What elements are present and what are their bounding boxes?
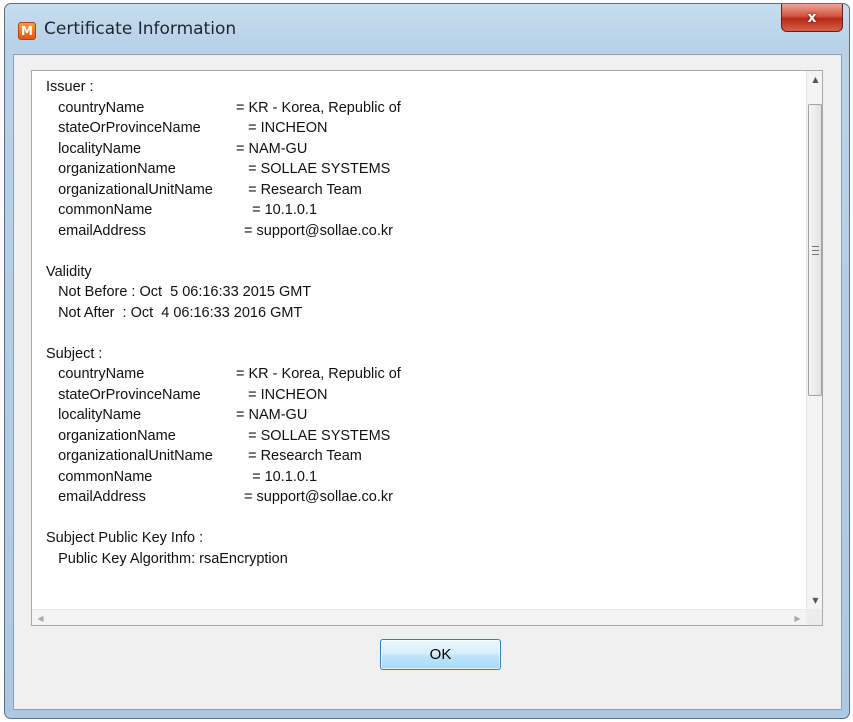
field-name: Validity [46, 263, 92, 280]
window-title: Certificate Information [44, 19, 237, 39]
field-name: Not After : Oct 4 06:16:33 2016 GMT [46, 304, 303, 321]
certificate-line: emailAddress = support@sollae.co.kr [46, 487, 806, 508]
certificate-line: Not Before : Oct 5 06:16:33 2015 GMT [46, 282, 806, 303]
certificate-line [46, 241, 806, 262]
certificate-line: organizationalUnitName = Research Team [46, 180, 806, 201]
certificate-line [46, 323, 806, 344]
certificate-line: Subject : [46, 344, 806, 365]
certificate-line: Issuer : [46, 77, 806, 98]
field-name: Subject : [46, 345, 103, 362]
grip-icon [811, 245, 819, 255]
certificate-line: countryName = KR - Korea, Republic of [46, 364, 806, 385]
certificate-line: organizationName = SOLLAE SYSTEMS [46, 426, 806, 447]
certificate-line: Subject Public Key Info : [46, 528, 806, 549]
field-value: = SOLLAE SYSTEMS [236, 427, 391, 444]
field-value: = SOLLAE SYSTEMS [236, 161, 391, 177]
field-value: = INCHEON [236, 120, 328, 136]
field-name: organizationName [46, 161, 176, 177]
field-value: = support@sollae.co.kr [236, 222, 393, 239]
field-value: = 10.1.0.1 [236, 468, 318, 485]
field-name: countryName [46, 99, 145, 116]
field-name: emailAddress [46, 222, 146, 239]
field-name: Not Before : Oct 5 06:16:33 2015 GMT [46, 284, 312, 300]
field-name: organizationalUnitName [46, 448, 213, 464]
certificate-line: organizationalUnitName = Research Team [46, 446, 806, 467]
field-name: emailAddress [46, 489, 146, 505]
certificate-dialog: M Certificate Information x Issuer : cou… [4, 3, 850, 719]
horizontal-scrollbar[interactable]: ◀ ▶ [32, 609, 806, 625]
scroll-up-arrow-icon[interactable]: ▲ [807, 71, 822, 88]
scroll-down-arrow-icon[interactable]: ▼ [807, 592, 822, 609]
ok-button[interactable]: OK [380, 639, 501, 670]
field-name: Subject Public Key Info : [46, 530, 204, 546]
certificate-line [46, 508, 806, 529]
dialog-body: Issuer : countryName = KR - Korea, Republ… [13, 54, 842, 710]
certificate-line: commonName = 10.1.0.1 [46, 467, 806, 488]
field-name: commonName [46, 202, 153, 218]
field-name: countryName [46, 366, 145, 382]
vertical-scrollbar[interactable]: ▲ ▼ [806, 71, 822, 609]
certificate-line: commonName = 10.1.0.1 [46, 200, 806, 221]
certificate-line: emailAddress = support@sollae.co.kr [46, 221, 806, 242]
field-name: Public Key Algorithm: rsaEncryption [46, 550, 288, 567]
field-name: localityName [46, 140, 142, 157]
certificate-text-area[interactable]: Issuer : countryName = KR - Korea, Republ… [31, 70, 823, 626]
field-value: = NAM-GU [236, 407, 308, 423]
field-name: localityName [46, 407, 142, 423]
field-name: Issuer : [46, 79, 94, 95]
scroll-right-arrow-icon[interactable]: ▶ [789, 610, 806, 625]
close-button[interactable]: x [781, 4, 843, 32]
field-value: = Research Team [236, 181, 362, 198]
certificate-text: Issuer : countryName = KR - Korea, Republ… [46, 77, 806, 605]
certificate-line: Not After : Oct 4 06:16:33 2016 GMT [46, 303, 806, 324]
scrollbar-corner [806, 609, 822, 625]
field-value: = Research Team [236, 448, 362, 464]
certificate-line: localityName = NAM-GU [46, 405, 806, 426]
field-value: = INCHEON [236, 386, 328, 403]
field-name: organizationName [46, 427, 176, 444]
field-name: stateOrProvinceName [46, 120, 201, 136]
field-name: stateOrProvinceName [46, 386, 201, 403]
field-value: = NAM-GU [236, 140, 308, 157]
certificate-line: stateOrProvinceName = INCHEON [46, 118, 806, 139]
field-value: = KR - Korea, Republic of [236, 366, 401, 382]
field-value: = 10.1.0.1 [236, 202, 318, 218]
app-icon: M [18, 22, 36, 40]
field-name: organizationalUnitName [46, 181, 213, 198]
certificate-line: organizationName = SOLLAE SYSTEMS [46, 159, 806, 180]
title-bar[interactable]: M Certificate Information x [5, 4, 849, 56]
field-value: = KR - Korea, Republic of [236, 99, 401, 116]
close-icon: x [807, 9, 817, 26]
certificate-line: Public Key Algorithm: rsaEncryption [46, 549, 806, 570]
vertical-scroll-thumb[interactable] [808, 104, 822, 396]
scroll-left-arrow-icon[interactable]: ◀ [32, 610, 49, 625]
certificate-line: stateOrProvinceName = INCHEON [46, 385, 806, 406]
field-value: = support@sollae.co.kr [236, 489, 393, 505]
field-name: commonName [46, 468, 153, 485]
certificate-line: Validity [46, 262, 806, 283]
certificate-line: localityName = NAM-GU [46, 139, 806, 160]
certificate-line: countryName = KR - Korea, Republic of [46, 98, 806, 119]
